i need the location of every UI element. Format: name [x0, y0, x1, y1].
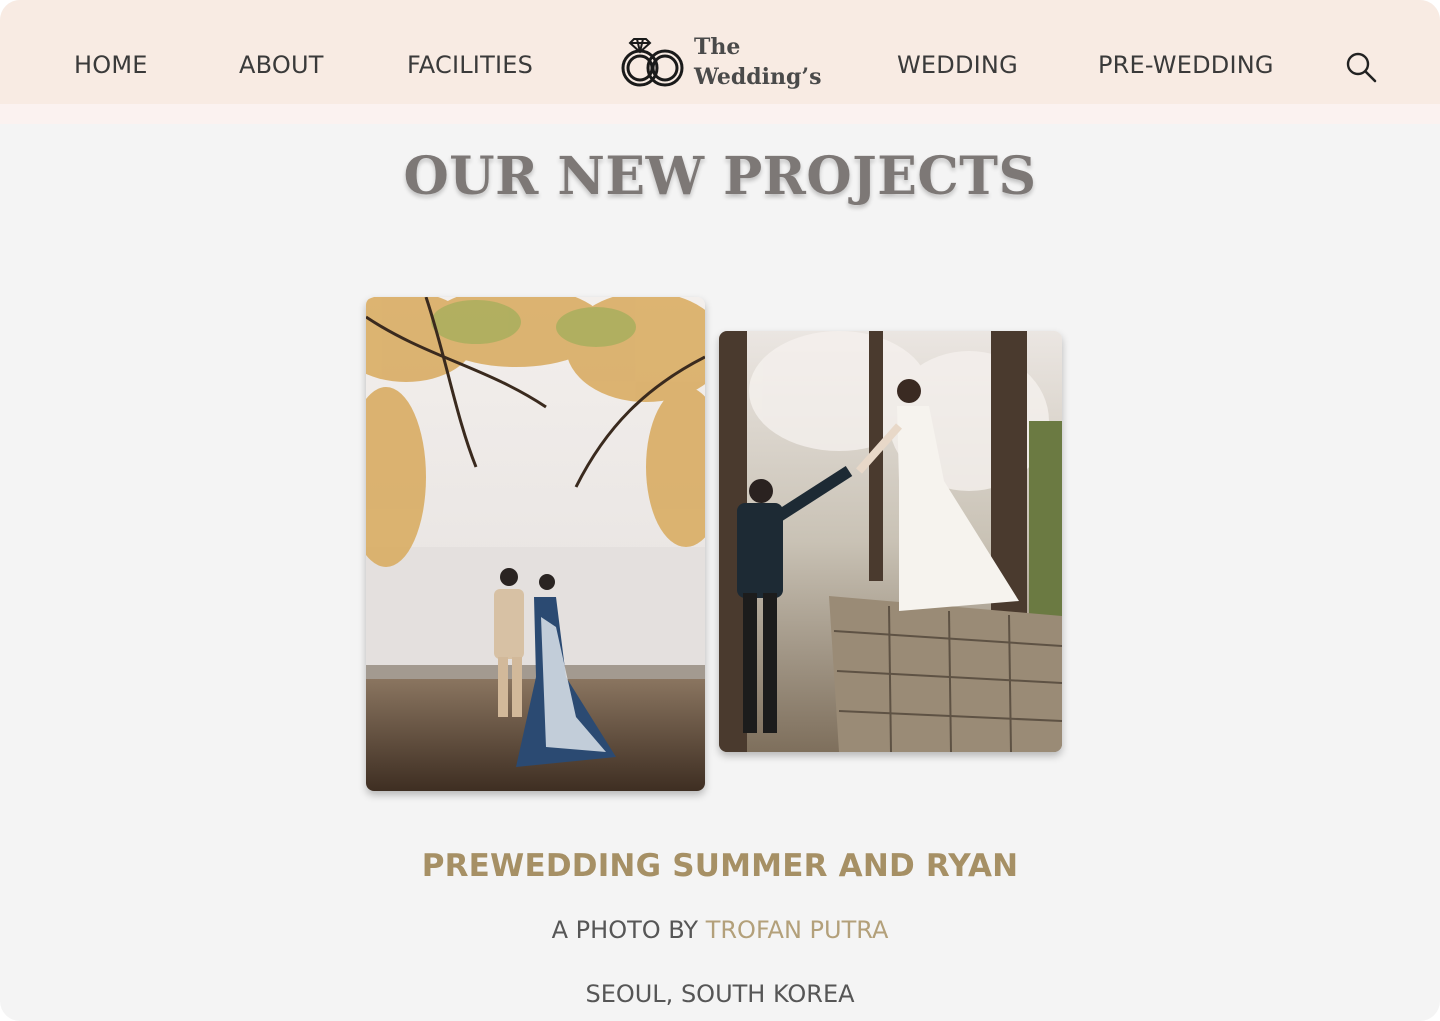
nav-item-wedding[interactable]: WEDDING: [897, 48, 1018, 82]
brand-logo[interactable]: The Wedding’s: [620, 32, 821, 96]
nav-item-pre-wedding[interactable]: PRE-WEDDING: [1098, 48, 1274, 82]
photo-credit: A PHOTO BY TROFAN PUTRA: [0, 916, 1440, 944]
search-button[interactable]: [1344, 50, 1378, 84]
top-navigation: HOME ABOUT FACILITIES The Wedding’s WEDD…: [0, 0, 1440, 104]
nav-item-about[interactable]: ABOUT: [239, 48, 324, 82]
project-location: SEOUL, SOUTH KOREA: [585, 980, 855, 1008]
credit-prefix: A PHOTO BY: [551, 916, 699, 944]
brand-line-1: The: [694, 34, 741, 60]
page-title: OUR NEW PROJECTS: [403, 146, 1037, 207]
page: HOME ABOUT FACILITIES The Wedding’s WEDD…: [0, 0, 1440, 1021]
brand-line-2: Wedding’s: [694, 64, 822, 90]
nav-item-facilities[interactable]: FACILITIES: [407, 48, 533, 82]
photographer-link[interactable]: TROFAN PUTRA: [706, 916, 889, 944]
nav-item-home[interactable]: HOME: [74, 48, 148, 82]
brand-name: The Wedding’s: [694, 32, 821, 92]
project-title: PREWEDDING SUMMER AND RYAN: [421, 848, 1019, 884]
project-photo-lake[interactable]: [366, 297, 705, 791]
lake-couple-image: [366, 297, 705, 791]
rings-icon: [621, 38, 684, 87]
search-icon: [1346, 52, 1377, 83]
project-photo-forest[interactable]: [719, 331, 1062, 752]
forest-couple-image: [719, 331, 1062, 752]
header-divider: [0, 104, 1440, 124]
